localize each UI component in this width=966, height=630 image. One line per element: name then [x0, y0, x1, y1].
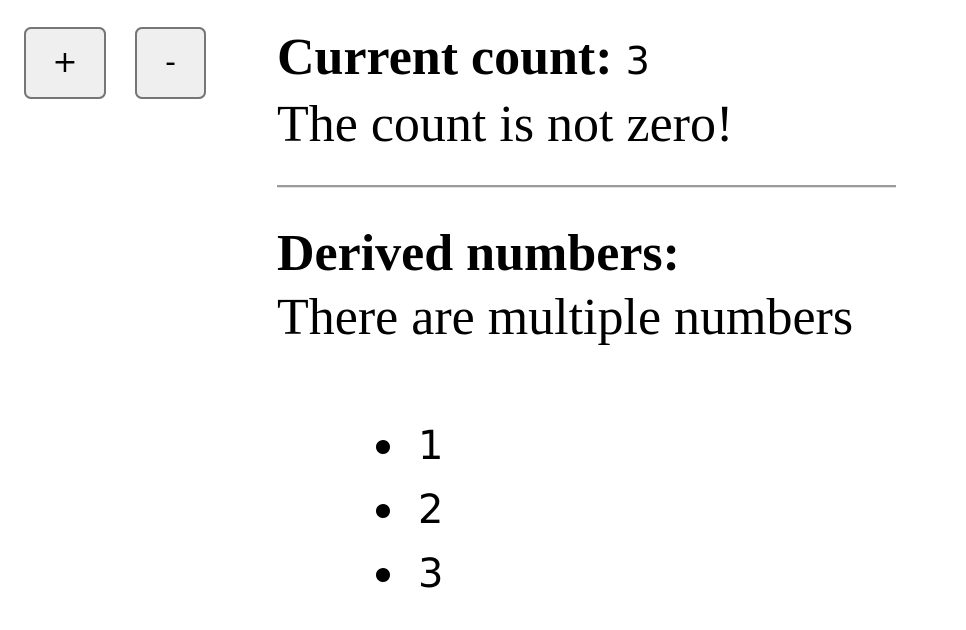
list-item: 1 — [376, 414, 897, 478]
derived-numbers-list: 1 2 3 — [277, 414, 897, 606]
increment-button[interactable]: + — [24, 27, 106, 99]
derived-numbers-heading: Derived numbers: — [277, 225, 680, 282]
list-item: 2 — [376, 478, 897, 542]
list-item-value: 1 — [418, 423, 444, 469]
list-item-value: 2 — [418, 487, 444, 533]
bullet-icon — [376, 440, 390, 454]
current-count-label: Current count: — [277, 29, 613, 86]
derived-numbers-description: There are multiple numbers — [277, 289, 854, 346]
current-count-line: Current count: 3 — [277, 26, 897, 93]
list-item: 3 — [376, 542, 897, 606]
current-count-value: 3 — [625, 39, 650, 83]
counter-panel: Current count: 3 The count is not zero! … — [277, 26, 897, 606]
divider — [277, 185, 896, 188]
bullet-icon — [376, 568, 390, 582]
list-item-value: 3 — [418, 551, 444, 597]
count-status-text: The count is not zero! — [277, 96, 734, 153]
decrement-button[interactable]: - — [135, 27, 206, 99]
bullet-icon — [376, 504, 390, 518]
